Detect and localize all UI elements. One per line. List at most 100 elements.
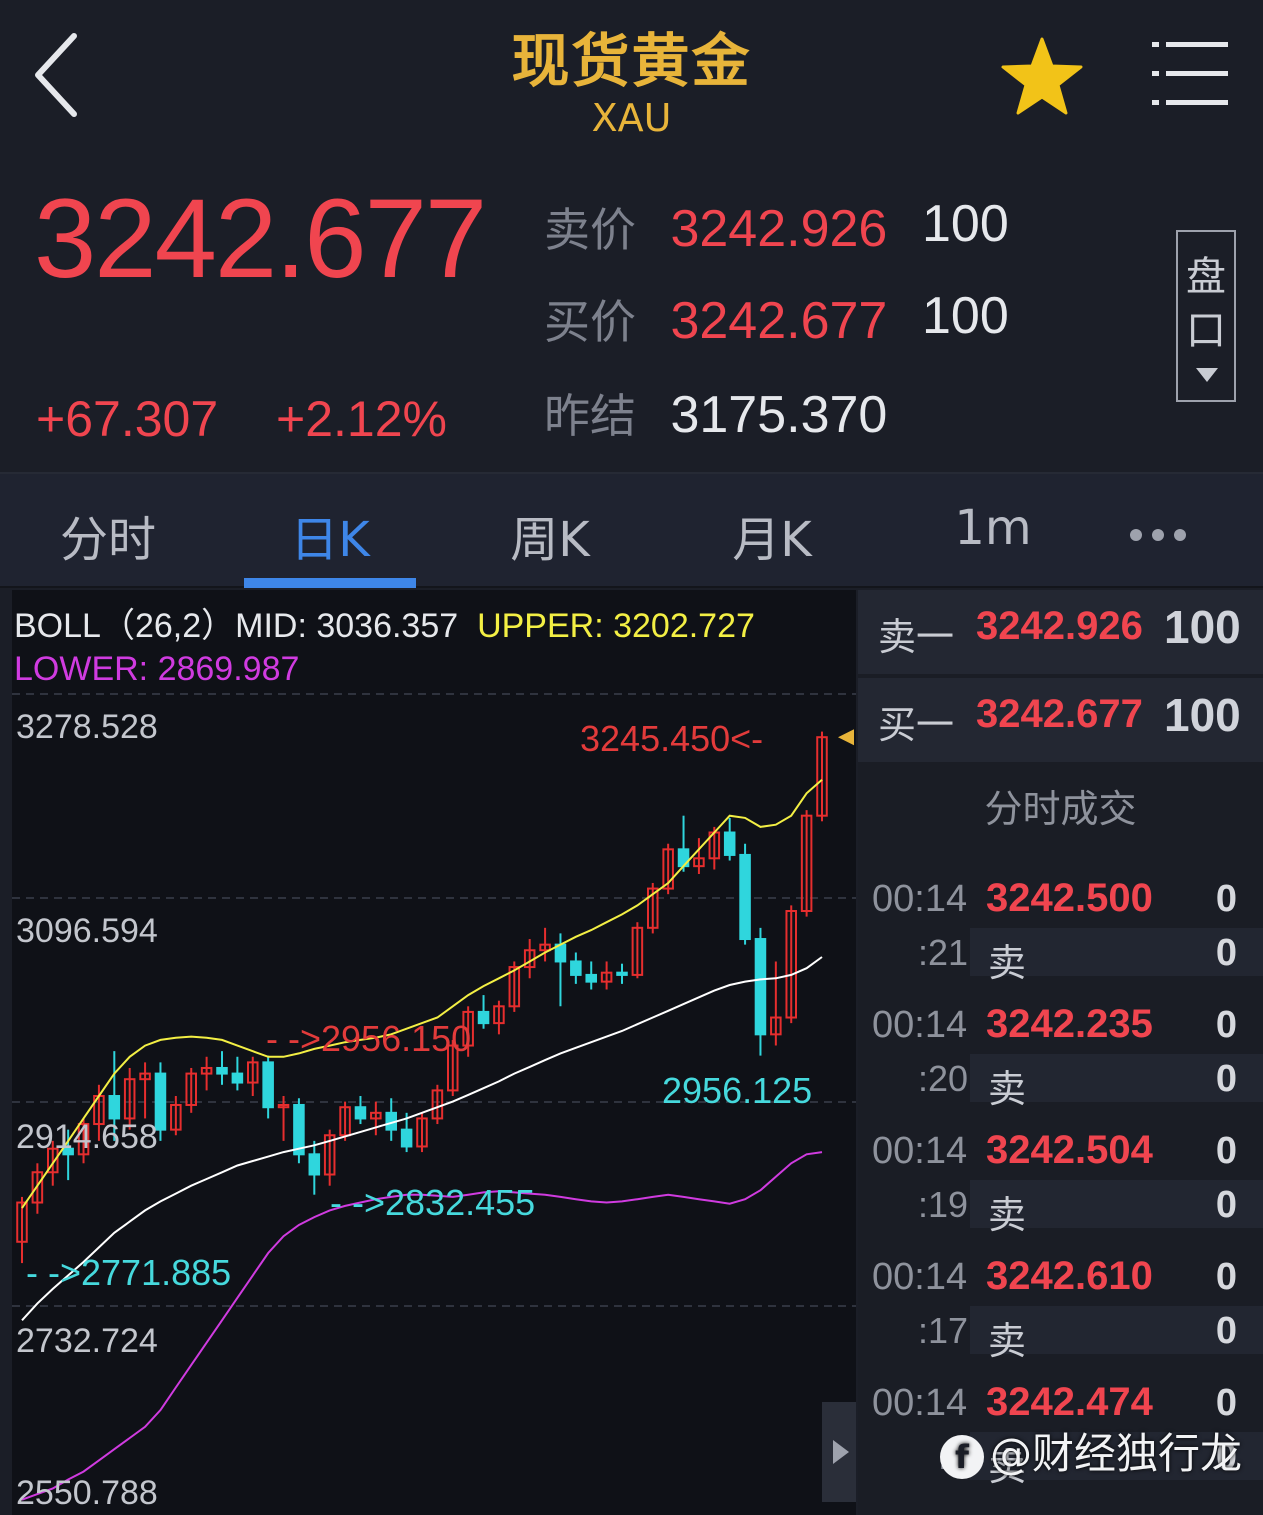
trade-volume: 0: [1215, 1004, 1237, 1046]
trade-price: 3242.504: [986, 1128, 1153, 1172]
boll-name: BOLL（26,2）: [14, 607, 236, 645]
trade-price: 3242.610: [986, 1254, 1153, 1298]
last-price: 3242.677: [34, 176, 487, 301]
tab-weekly-k[interactable]: 周K: [480, 500, 620, 570]
trade-side: 卖: [988, 1319, 1027, 1363]
trade-price: 3242.235: [986, 1002, 1153, 1046]
boll-legend: BOLL（26,2）MID: 3036.357 UPPER: 3202.727: [14, 598, 755, 647]
trade-price: 3242.474: [986, 1380, 1153, 1424]
trade-seconds: :17: [917, 1310, 968, 1351]
tab-fenshi[interactable]: 分时: [52, 500, 164, 570]
candle-body: [262, 1061, 274, 1109]
period-tabs: 分时 日K 周K 月K 1m: [0, 472, 1263, 588]
low-annotation: - ->2832.455: [330, 1182, 536, 1223]
ask-price: 3242.926: [670, 200, 888, 258]
buy-price: 3242.677: [976, 692, 1143, 736]
candle-body: [739, 853, 751, 941]
right-panel: 卖一 3242.926 100 买一 3242.677 100 分时成交 00:…: [858, 590, 1263, 1515]
candle-body: [723, 831, 736, 856]
watermark-text: @财经独行龙: [990, 1429, 1243, 1478]
caret-down-icon: [1196, 368, 1218, 382]
brand-logo-icon: f: [940, 1434, 984, 1479]
tab-monthly-k[interactable]: 月K: [702, 500, 842, 570]
trade-side: 卖: [988, 1067, 1027, 1111]
bid-price: 3242.677: [670, 292, 888, 350]
trade-volume: 0: [1215, 1256, 1237, 1298]
trade-time: 00:14: [872, 1256, 968, 1298]
sell-price: 3242.926: [976, 604, 1143, 648]
y-tick-label: 2550.788: [16, 1474, 158, 1512]
orderbook-buy-row: 买一 3242.677 100: [858, 678, 1263, 762]
bid-row: 买价 3242.677 100: [544, 286, 1009, 356]
trade-side: 卖: [988, 1193, 1027, 1237]
trade-volume: 0: [1215, 878, 1237, 920]
candle-body: [400, 1128, 413, 1148]
more-icon[interactable]: [1130, 526, 1196, 545]
candle-body: [570, 960, 582, 976]
trade-price: 3242.500: [986, 876, 1153, 920]
low-annotation: 2956.125: [662, 1070, 813, 1111]
pankou-label-1: 盘: [1186, 254, 1226, 300]
sell-volume: 100: [1164, 601, 1241, 653]
y-tick-label: 3278.528: [16, 708, 158, 746]
expand-panel-button[interactable]: [822, 1402, 856, 1502]
trade-row: 00:14 :19 3242.504 卖 0 0: [858, 1128, 1263, 1256]
ask-label: 卖价: [544, 204, 636, 256]
trade-volume: 0: [1215, 1382, 1237, 1424]
candle-body: [308, 1153, 321, 1176]
trade-seconds: :20: [917, 1058, 968, 1099]
trade-volume: 0: [1215, 1184, 1237, 1226]
pankou-button[interactable]: 盘 口: [1176, 230, 1236, 402]
tab-1m[interactable]: 1m: [938, 500, 1048, 556]
y-tick-label: 2732.724: [16, 1322, 158, 1360]
candle-body: [108, 1095, 121, 1120]
orderbook-sell-row: 卖一 3242.926 100: [858, 590, 1263, 674]
menu-list-icon[interactable]: [1152, 40, 1228, 108]
prev-settle-value: 3175.370: [670, 386, 888, 444]
trade-time: 00:14: [872, 1130, 968, 1172]
trade-seconds: :21: [917, 932, 968, 973]
buy-label: 买一: [878, 703, 955, 747]
boll-mid: MID: 3036.357: [235, 607, 459, 645]
y-tick-label: 2914.658: [16, 1118, 158, 1156]
candle-body: [585, 973, 598, 983]
candle-body: [216, 1066, 228, 1075]
low-annotation: - ->2771.885: [26, 1252, 232, 1293]
play-right-icon: [833, 1440, 849, 1464]
trade-row: 00:14 :17 3242.610 卖 0 0: [858, 1254, 1263, 1382]
trade-volume: 0: [1215, 1130, 1237, 1172]
trade-side: 卖: [988, 941, 1027, 985]
pankou-label-2: 口: [1186, 308, 1226, 354]
boll-lower: LOWER: 2869.987: [14, 650, 300, 688]
y-tick-label: 3096.594: [16, 912, 158, 950]
prev-settle-row: 昨结 3175.370: [544, 380, 887, 450]
active-tab-indicator: [244, 578, 416, 588]
tab-daily-k[interactable]: 日K: [244, 500, 416, 570]
timesales-title: 分时成交: [984, 787, 1137, 831]
trade-row: 00:14 :20 3242.235 卖 0 0: [858, 1002, 1263, 1130]
trade-row: 00:14 :21 3242.500 卖 0 0: [858, 876, 1263, 1004]
trade-seconds: :19: [917, 1184, 968, 1225]
kline-chart[interactable]: BOLL（26,2）MID: 3036.357 UPPER: 3202.727 …: [12, 590, 856, 1515]
header: 现货黄金 XAU: [0, 0, 1263, 160]
prev-settle-label: 昨结: [544, 390, 636, 442]
buy-volume: 100: [1164, 689, 1241, 741]
trade-time: 00:14: [872, 1382, 968, 1424]
favorite-star-icon[interactable]: [1000, 36, 1084, 116]
trade-volume: 0: [1215, 1058, 1237, 1100]
price-change-percent: +2.12%: [276, 391, 447, 447]
ask-row: 卖价 3242.926 100: [544, 194, 1009, 264]
high-annotation: 3245.450<-: [580, 718, 764, 759]
bid-volume: 100: [922, 287, 1009, 345]
watermark: f @财经独行龙: [940, 1420, 1243, 1479]
candle-body: [354, 1106, 367, 1120]
trade-time: 00:14: [872, 878, 968, 920]
candle-body: [293, 1103, 305, 1156]
price-change: +67.307: [36, 391, 219, 447]
trade-volume: 0: [1215, 1310, 1237, 1352]
candle-body: [616, 971, 628, 976]
current-price-marker-icon: [838, 729, 854, 746]
ask-volume: 100: [922, 195, 1009, 253]
trade-volume: 0: [1215, 932, 1237, 974]
boll-upper: UPPER: 3202.727: [477, 607, 755, 645]
